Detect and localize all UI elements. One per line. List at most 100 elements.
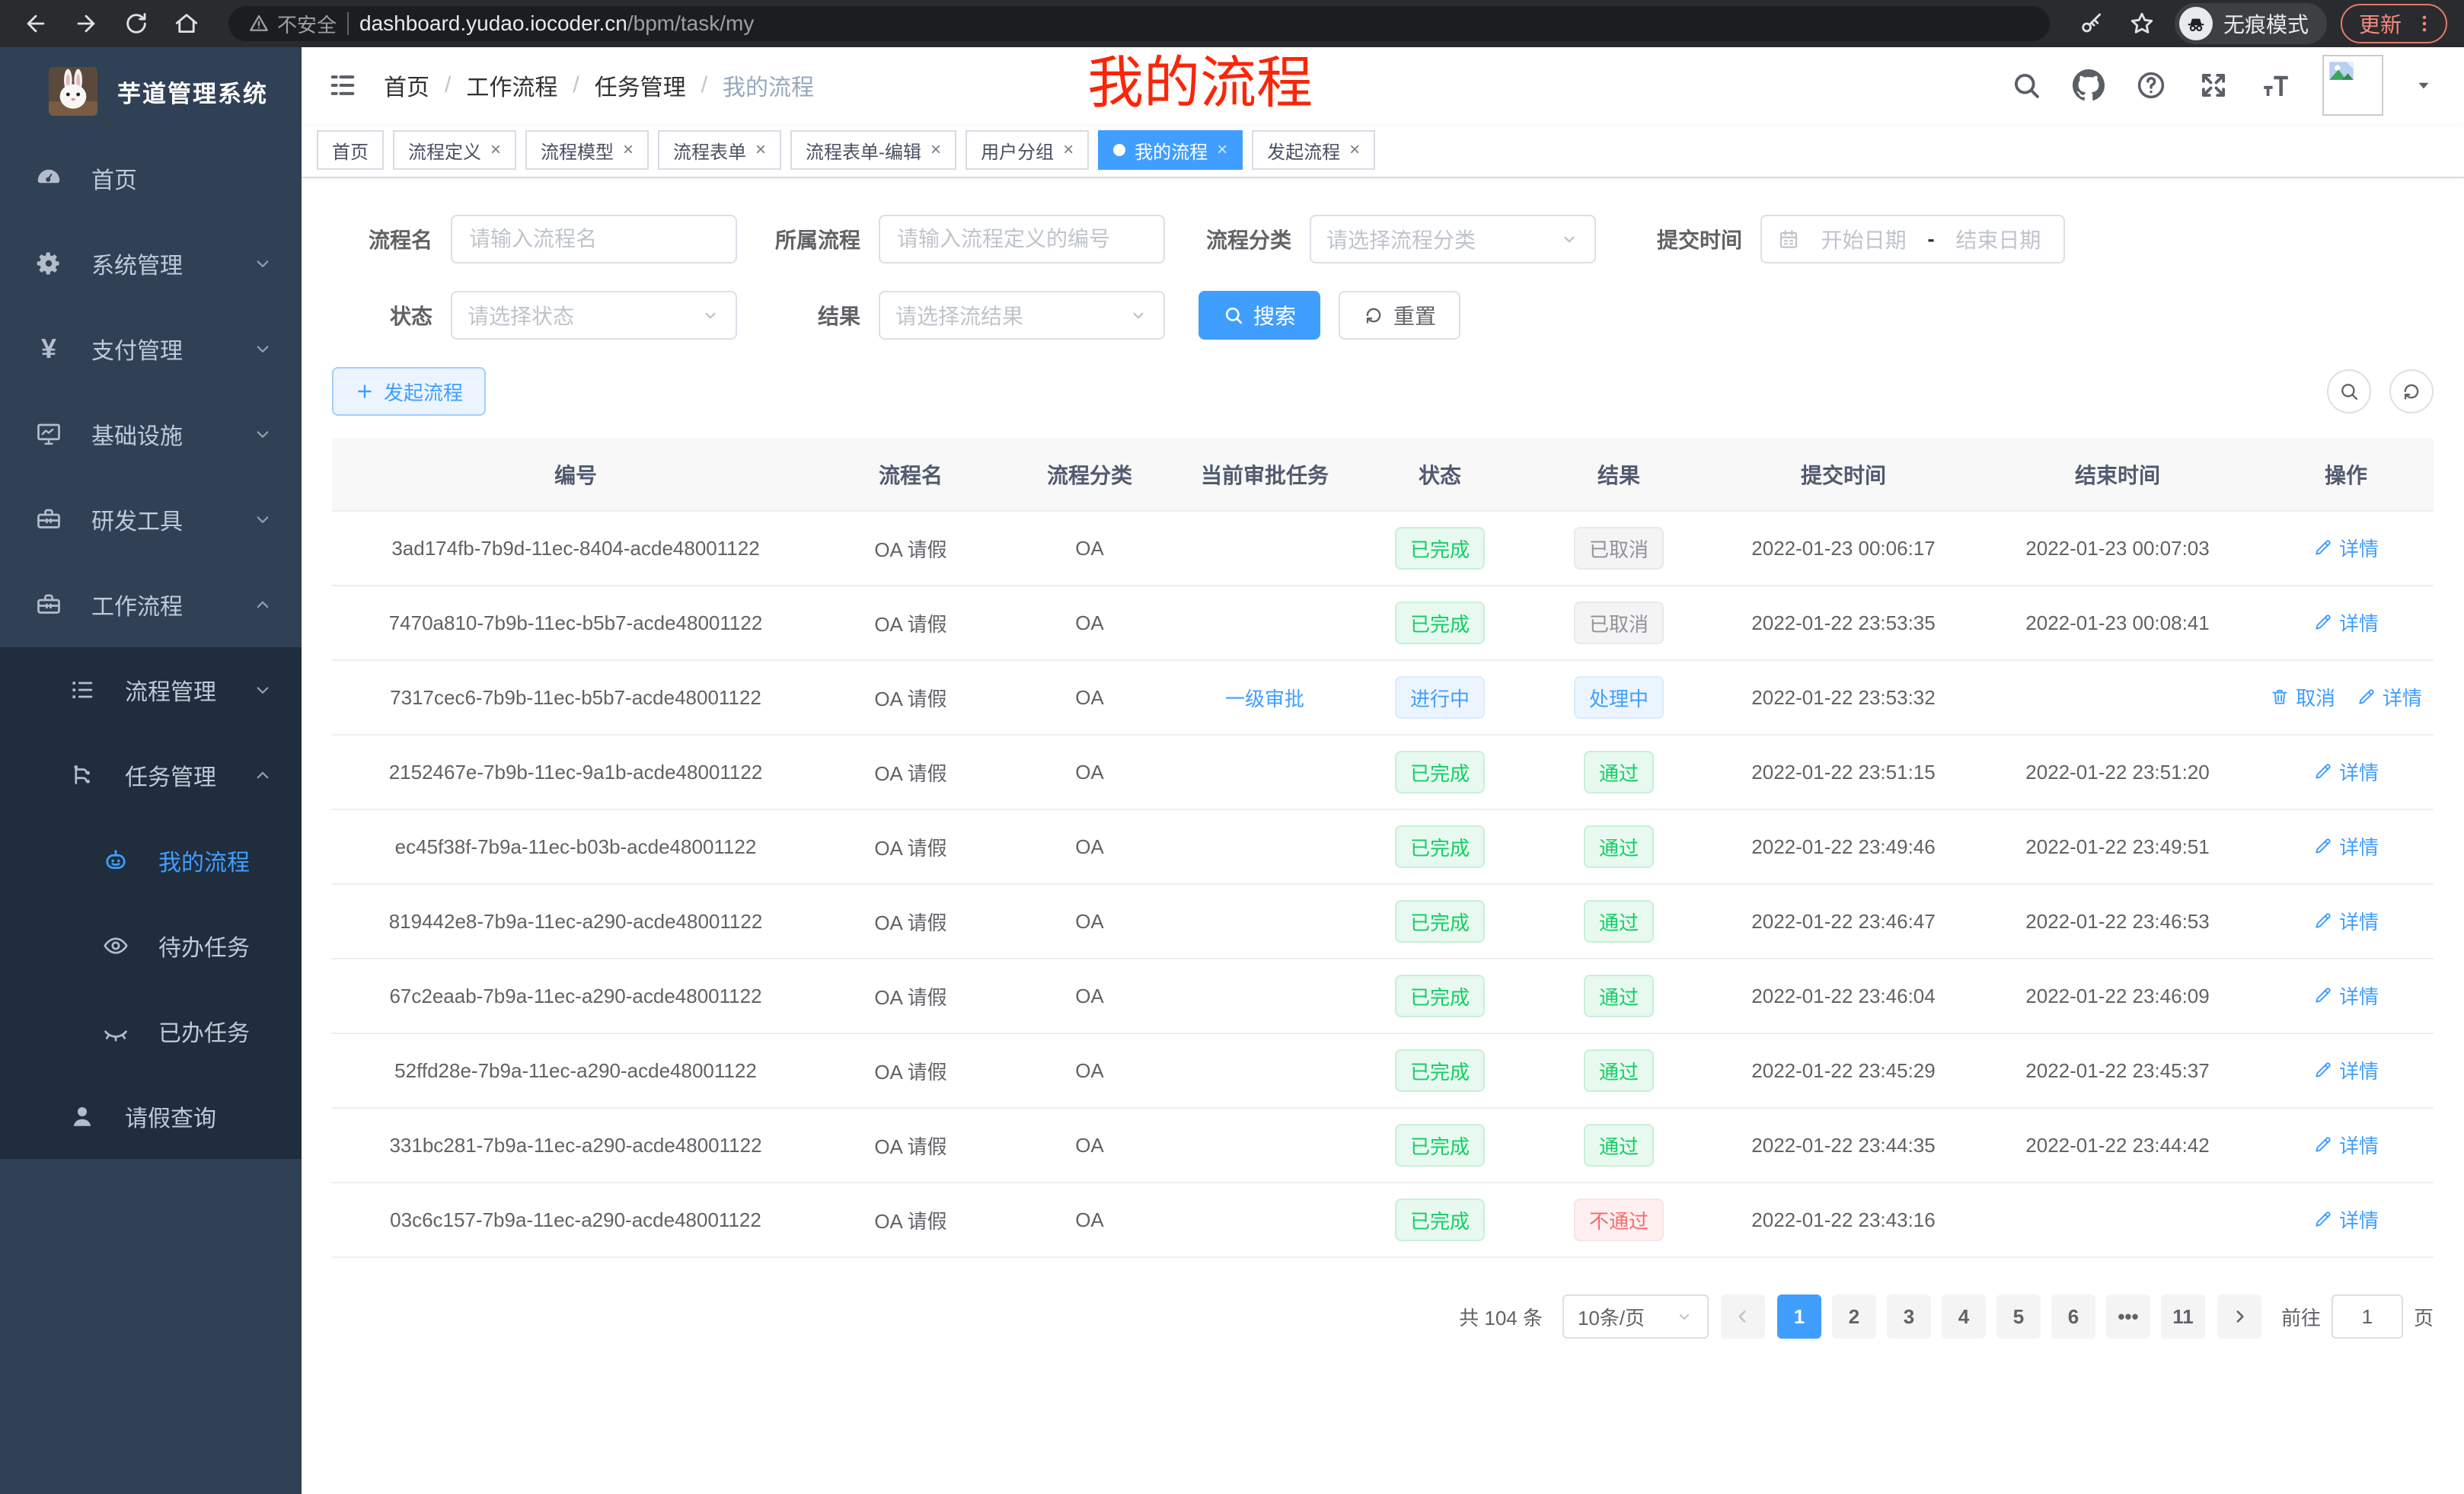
page-button-11[interactable]: 11 [2161,1294,2205,1339]
browser-back-button[interactable] [15,3,56,44]
sidebar-item-home[interactable]: 首页 [0,136,302,221]
tab-close-icon[interactable]: × [490,141,501,159]
create-process-button[interactable]: 发起流程 [332,367,486,416]
browser-home-button[interactable] [166,3,207,44]
url-domain: dashboard.yudao.iocoder.cn [359,11,627,35]
cell-submit-time: 2022-01-22 23:44:35 [1710,1134,1977,1157]
current-task-link[interactable]: 一级审批 [1225,688,1304,710]
search-icon [2338,381,2360,402]
chevron-down-icon [251,678,274,701]
sidebar-item-my-process[interactable]: 我的流程 [0,818,302,903]
tab-process-def[interactable]: 流程定义× [393,130,516,170]
page-button-4[interactable]: 4 [1942,1294,1986,1339]
detail-action-link[interactable]: 详情 [2313,1205,2379,1234]
show-search-toggle-button[interactable] [2327,369,2371,413]
page-button-3[interactable]: 3 [1887,1294,1931,1339]
sidebar-item-workflow[interactable]: 工作流程 [0,562,302,647]
detail-action-link[interactable]: 详情 [2313,907,2379,935]
tab-start-process[interactable]: 发起流程× [1252,130,1375,170]
tab-close-icon[interactable]: × [1349,141,1360,159]
cell-end-time: 2022-01-23 00:07:03 [1977,537,2258,560]
header-search-button[interactable] [2010,69,2042,101]
detail-action-link[interactable]: 详情 [2313,1131,2379,1159]
table-header-col-5: 结果 [1527,459,1710,490]
url-path: /bpm/task/my [627,11,754,35]
table-row: 03c6c157-7b9a-11ec-a290-acde48001122OA 请… [332,1183,2434,1258]
refresh-table-button[interactable] [2389,369,2434,413]
browser-update-menu[interactable]: 更新 [2341,4,2447,43]
breadcrumb-home[interactable]: 首页 [384,69,429,102]
prev-page-button[interactable] [1721,1294,1765,1339]
cell-submit-time: 2022-01-22 23:46:04 [1710,985,1977,1008]
sidebar-item-leave-query[interactable]: 请假查询 [0,1074,302,1159]
user-avatar[interactable] [2322,55,2383,116]
github-link-button[interactable] [2073,69,2105,101]
next-page-button[interactable] [2217,1294,2261,1339]
breadcrumb-workflow[interactable]: 工作流程 [466,69,557,102]
sidebar-item-done-tasks[interactable]: 已办任务 [0,988,302,1074]
cancel-action-link[interactable]: 取消 [2270,683,2335,711]
process-name-input[interactable] [451,215,737,263]
process-definition-input[interactable] [879,215,1165,263]
tab-close-icon[interactable]: × [1063,141,1074,159]
password-key-button[interactable] [2071,3,2112,44]
goto-page-input[interactable] [2332,1294,2403,1339]
page-button-2[interactable]: 2 [1832,1294,1876,1339]
page-button-6[interactable]: 6 [2051,1294,2095,1339]
sidebar-item-dev-tools[interactable]: 研发工具 [0,477,302,562]
tab-close-icon[interactable]: × [623,141,634,159]
sidebar-item-system-management[interactable]: 系统管理 [0,221,302,306]
sidebar-item-label: 待办任务 [158,929,250,962]
breadcrumb-task-management[interactable]: 任务管理 [595,69,686,102]
tab-close-icon[interactable]: × [930,141,941,159]
cell-actions: 详情 [2258,608,2434,638]
sidebar-item-infrastructure[interactable]: 基础设施 [0,391,302,477]
tab-process-model[interactable]: 流程模型× [525,130,649,170]
detail-action-link[interactable]: 详情 [2313,982,2379,1010]
page-size-select[interactable]: 10条/页 [1562,1294,1709,1339]
search-button[interactable]: 搜索 [1198,291,1320,340]
sidebar-toggle-button[interactable] [324,67,361,104]
cell-process-category: OA [1002,835,1177,859]
fullscreen-button[interactable] [2197,69,2229,101]
result-tag: 已取消 [1574,527,1664,570]
tab-process-form-edit[interactable]: 流程表单-编辑× [790,130,956,170]
detail-action-link[interactable]: 详情 [2313,1056,2379,1084]
sidebar-item-label: 基础设施 [91,417,183,451]
tab-close-icon[interactable]: × [1217,141,1227,159]
detail-action-link[interactable]: 详情 [2313,832,2379,860]
browser-reload-button[interactable] [116,3,157,44]
tab-user-group[interactable]: 用户分组× [965,130,1089,170]
process-category-select[interactable]: 请选择流程分类 [1310,215,1596,263]
browser-forward-button[interactable] [65,3,107,44]
reset-button[interactable]: 重置 [1339,291,1460,340]
result-select[interactable]: 请选择流结果 [879,291,1165,340]
sidebar-item-payment-management[interactable]: ¥支付管理 [0,306,302,391]
cell-process-name: OA 请假 [819,1132,1002,1160]
table-row: 52ffd28e-7b9a-11ec-a290-acde48001122OA 请… [332,1034,2434,1109]
detail-action-link[interactable]: 详情 [2313,608,2379,637]
address-bar[interactable]: 不安全 dashboard.yudao.iocoder.cn/bpm/task/… [228,6,2050,41]
security-status[interactable]: 不安全 [248,10,337,38]
tab-process-form[interactable]: 流程表单× [658,130,781,170]
detail-action-link[interactable]: 详情 [2313,534,2379,562]
sidebar-item-task-management[interactable]: 任务管理 [0,733,302,818]
page-button-5[interactable]: 5 [1996,1294,2041,1339]
avatar-dropdown-caret[interactable] [2414,75,2434,95]
detail-action-link[interactable]: 详情 [2357,683,2422,711]
detail-action-link[interactable]: 详情 [2313,758,2379,786]
tab-home[interactable]: 首页 [317,130,384,170]
cell-submit-time: 2022-01-22 23:46:47 [1710,910,1977,934]
status-select[interactable]: 请选择状态 [451,291,737,340]
rabbit-logo-icon [49,67,97,116]
more-pages-button[interactable]: ••• [2106,1294,2150,1339]
sidebar-item-todo-tasks[interactable]: 待办任务 [0,903,302,988]
help-button[interactable] [2135,69,2167,101]
tab-close-icon[interactable]: × [755,141,766,159]
bookmark-star-button[interactable] [2121,3,2162,44]
sidebar-item-process-management[interactable]: 流程管理 [0,647,302,733]
page-button-1[interactable]: 1 [1777,1294,1821,1339]
submit-time-range-picker[interactable]: 开始日期 - 结束日期 [1760,215,2065,263]
tab-my-process[interactable]: 我的流程× [1098,130,1243,170]
font-size-button[interactable] [2260,69,2292,101]
